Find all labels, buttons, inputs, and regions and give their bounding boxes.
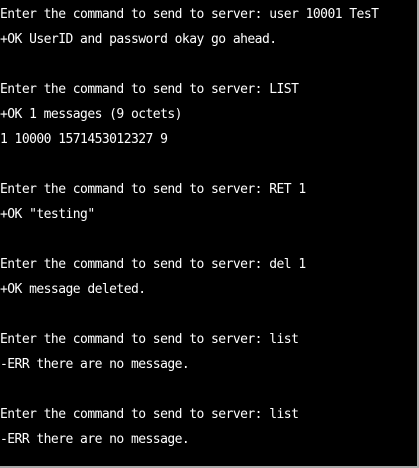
terminal-window[interactable]: Enter the command to send to server: use… [0,0,419,468]
terminal-line: +OK "testing" [0,207,95,222]
terminal-line: -ERR there are no message. [0,357,190,372]
terminal-line: 1 10000 1571453012327 9 [0,132,168,147]
terminal-line: -ERR there are no message. [0,432,190,447]
terminal-output: Enter the command to send to server: use… [0,2,419,452]
terminal-line: Enter the command to send to server: use… [0,7,379,22]
terminal-line: Enter the command to send to server: RET… [0,182,306,197]
terminal-line: +OK message deleted. [0,282,146,297]
terminal-line: Enter the command to send to server: lis… [0,407,299,422]
terminal-line: +OK 1 messages (9 octets) [0,107,182,122]
terminal-line: Enter the command to send to server: del… [0,257,306,272]
terminal-line: Enter the command to send to server: LIS… [0,82,299,97]
terminal-line: +OK UserID and password okay go ahead. [0,32,277,47]
terminal-line: Enter the command to send to server: lis… [0,332,299,347]
